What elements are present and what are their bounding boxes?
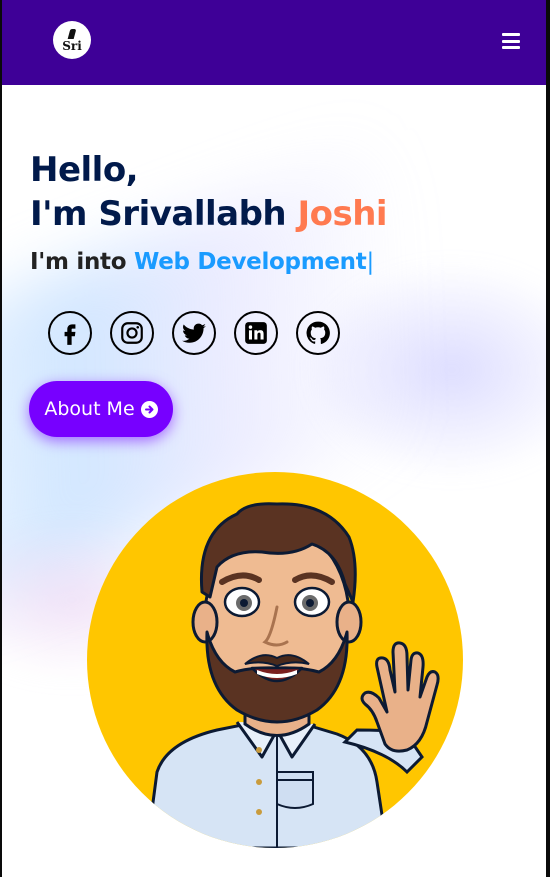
page: Sri Hello, I'm Srivallabh Joshi I'm into… [2,0,546,877]
twitter-link[interactable] [172,311,216,355]
browser-frame: Sri Hello, I'm Srivallabh Joshi I'm into… [0,0,550,877]
typed-prefix: I'm into [30,249,127,275]
social-links [48,311,340,355]
name-heading: I'm Srivallabh Joshi [30,192,388,236]
facebook-link[interactable] [48,311,92,355]
linkedin-icon [245,322,267,344]
logo-mark-icon [67,28,77,39]
avatar-image [87,472,463,848]
greeting: Hello, [30,150,139,190]
instagram-icon [121,322,143,344]
typed-text: Web Development [133,249,367,275]
typing-cursor: | [366,249,374,275]
about-me-button[interactable]: About Me [29,381,173,437]
instagram-link[interactable] [110,311,154,355]
facebook-icon [64,324,76,345]
navbar: Sri [2,0,546,85]
background-gradient [302,260,546,480]
linkedin-link[interactable] [234,311,278,355]
github-icon [306,321,330,344]
hamburger-menu-icon[interactable] [502,33,520,49]
logo-text: Sri [62,38,82,53]
surname: Joshi [297,194,388,234]
site-logo[interactable]: Sri [53,21,91,59]
twitter-icon [182,323,206,343]
typed-line: I'm into Web Development| [30,246,374,278]
about-me-label: About Me [44,398,135,420]
arrow-circle-right-icon [140,400,158,418]
name-prefix: I'm Srivallabh [30,194,287,234]
cartoon-avatar [145,502,440,848]
github-link[interactable] [296,311,340,355]
